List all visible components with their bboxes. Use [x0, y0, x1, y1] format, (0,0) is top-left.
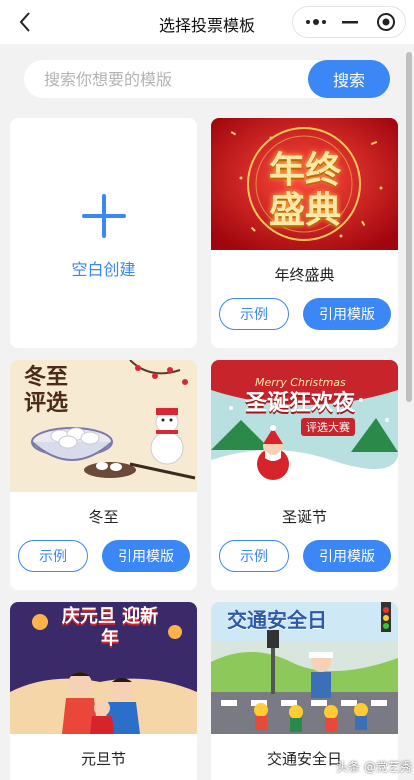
search-input[interactable] [24, 60, 324, 98]
example-button[interactable]: 示例 [219, 540, 289, 572]
use-template-button[interactable]: 引用模版 [102, 540, 190, 572]
search-button[interactable]: 搜索 [308, 60, 390, 98]
target-circle-icon[interactable] [367, 7, 405, 37]
template-name: 元旦节 [80, 750, 126, 768]
template-image[interactable]: 冬至 评选 [10, 360, 197, 492]
capsule-menu [292, 6, 406, 38]
template-art-text: 年终盛典 [268, 149, 341, 231]
template-name: 圣诞节 [281, 508, 327, 526]
more-dots-icon[interactable] [297, 7, 335, 37]
scrollbar-thumb[interactable] [406, 52, 412, 402]
template-art-text: 交通安全日 [227, 608, 327, 632]
search-bar: 搜索 [24, 60, 390, 98]
plus-icon [82, 194, 126, 238]
template-name: 年终盛典 [274, 266, 335, 284]
template-art-en: Merry Christmas [255, 376, 346, 389]
template-art-text: 冬至 评选 [24, 364, 69, 416]
template-art-sub: 评选大赛 [301, 418, 355, 436]
template-card: Merry Christmas 圣诞狂欢夜 评选大赛 圣诞节 示例 引用模版 [211, 360, 398, 590]
template-card: 年终盛典 年终盛典 示例 引用模版 [211, 118, 398, 348]
template-image[interactable]: Merry Christmas 圣诞狂欢夜 评选大赛 [211, 360, 398, 492]
template-image[interactable]: 年终盛典 [211, 118, 398, 250]
template-image[interactable]: 庆元旦 迎新年 [10, 602, 197, 734]
template-art-text: 庆元旦 迎新年 [61, 606, 159, 649]
example-button[interactable]: 示例 [18, 540, 88, 572]
blank-create-label: 空白创建 [71, 260, 136, 279]
nav-bar: 选择投票模板 [0, 0, 414, 44]
watermark: 头条 @党艺秀 [336, 760, 412, 774]
use-template-button[interactable]: 引用模版 [303, 540, 391, 572]
template-card: 冬至 评选 冬至 示例 引用模版 [10, 360, 197, 590]
use-template-button[interactable]: 引用模版 [303, 298, 391, 330]
example-button[interactable]: 示例 [219, 298, 289, 330]
template-image[interactable]: 交通安全日 [211, 602, 398, 734]
template-card: 交通安全日 交通安全日 [211, 602, 398, 780]
minimize-icon[interactable] [331, 7, 369, 37]
blank-create-card[interactable]: 空白创建 [10, 118, 197, 348]
template-name: 冬至 [88, 508, 119, 526]
template-art-text: 圣诞狂欢夜 [245, 390, 356, 416]
template-card: 庆元旦 迎新年 元旦节 [10, 602, 197, 780]
